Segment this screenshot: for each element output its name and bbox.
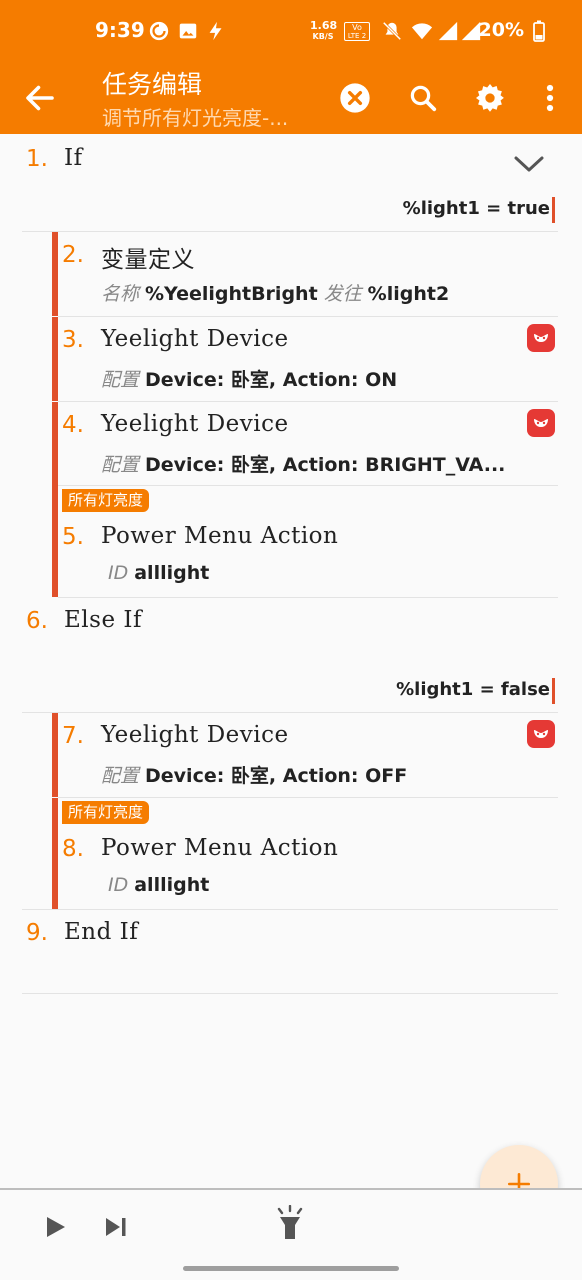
list-item-yeelight-off[interactable]: 7. Yeelight Device 配置 Device: 卧室, Action:…: [0, 713, 582, 797]
signal-1-icon: [438, 21, 458, 41]
action-detail: ID alllight: [108, 874, 210, 896]
action-detail: 名称 %YeelightBright 发往 %light2: [101, 283, 450, 305]
home-indicator: [183, 1266, 399, 1271]
block-indent-bar: [52, 317, 58, 401]
flashlight-icon: [277, 1205, 303, 1239]
battery-level: 20%: [478, 19, 524, 41]
yeelight-icon: [527, 409, 555, 437]
list-item-else-if[interactable]: 6. Else If %light1 = false: [0, 598, 582, 712]
status-bar: 9:39 1.68 KB/S Vo LTE 2 20%: [0, 0, 582, 62]
yeelight-icon: [527, 324, 555, 352]
step-button[interactable]: [99, 1210, 133, 1244]
step-forward-icon: [106, 1218, 126, 1236]
condition-marker: [552, 197, 555, 223]
action-label-tag: 所有灯亮度: [62, 801, 150, 824]
wifi-icon: [411, 23, 433, 40]
list-item-power-menu[interactable]: 所有灯亮度 8. Power Menu Action ID alllight: [0, 798, 582, 909]
block-indent-bar: [52, 232, 58, 316]
action-label-tag: 所有灯亮度: [62, 489, 150, 512]
mute-icon: [382, 21, 402, 41]
condition-text: %light1 = true: [402, 198, 550, 219]
block-indent-bar: [52, 486, 58, 597]
block-indent-bar: [52, 402, 58, 486]
list-item-yeelight-bright[interactable]: 4. Yeelight Device 配置 Device: 卧室, Action:…: [0, 402, 582, 486]
action-detail: 配置 Device: 卧室, Action: ON: [101, 369, 398, 391]
search-button[interactable]: [403, 78, 443, 118]
app-bar: 任务编辑 调节所有灯光亮度-...: [0, 62, 582, 134]
list-item-variable-set[interactable]: 2. 变量定义 名称 %YeelightBright 发往 %light2: [0, 232, 582, 316]
more-options-button[interactable]: [530, 78, 570, 118]
volte-icon: Vo LTE 2: [344, 22, 370, 41]
divider: [22, 993, 558, 994]
yeelight-icon: [527, 720, 555, 748]
chevron-down-icon[interactable]: [512, 152, 546, 176]
gear-icon: [476, 84, 504, 112]
clear-button[interactable]: [335, 78, 375, 118]
settings-button[interactable]: [470, 78, 510, 118]
list-item-end-if[interactable]: 9. End If: [0, 910, 582, 994]
play-icon: [47, 1217, 65, 1237]
back-arrow-icon[interactable]: [22, 80, 58, 116]
play-button[interactable]: [38, 1210, 72, 1244]
list-item-if[interactable]: 1. If %light1 = true: [0, 134, 582, 231]
sync-icon: [149, 21, 169, 41]
action-detail: 配置 Device: 卧室, Action: OFF: [101, 765, 408, 787]
action-detail: 配置 Device: 卧室, Action: BRIGHT_VA...: [101, 454, 506, 476]
list-item-power-menu[interactable]: 所有灯亮度 5. Power Menu Action ID alllight: [0, 486, 582, 597]
bolt-icon: [209, 21, 222, 41]
flashlight-button[interactable]: [273, 1205, 307, 1240]
image-icon: [179, 23, 197, 39]
block-indent-bar: [52, 798, 58, 909]
status-time: 9:39: [95, 18, 145, 42]
page-title: 任务编辑: [102, 70, 203, 99]
block-indent-bar: [52, 713, 58, 797]
action-detail: ID alllight: [108, 562, 210, 584]
net-speed: 1.68 KB/S: [310, 19, 338, 41]
condition-text: %light1 = false: [396, 679, 550, 700]
battery-icon: [533, 20, 545, 42]
search-icon: [410, 85, 437, 112]
page-subtitle: 调节所有灯光亮度-...: [102, 106, 289, 130]
more-vertical-icon: [546, 84, 554, 112]
close-circle-icon: [340, 83, 370, 113]
list-item-yeelight-on[interactable]: 3. Yeelight Device 配置 Device: 卧室, Action:…: [0, 317, 582, 401]
condition-marker: [552, 678, 555, 704]
